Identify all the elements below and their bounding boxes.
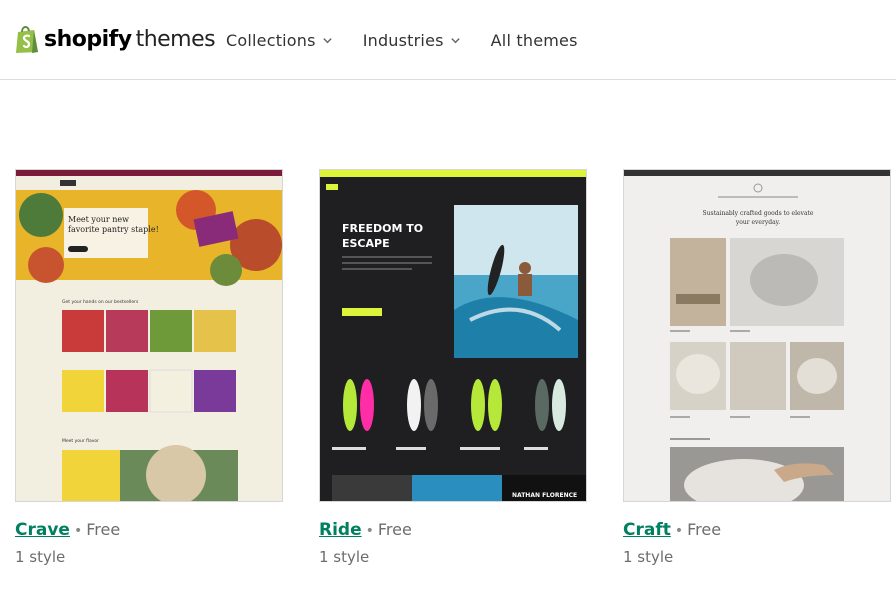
nav-industries[interactable]: Industries xyxy=(363,31,461,50)
theme-preview-crave[interactable]: Meet your new favorite pantry staple! Ge… xyxy=(15,169,283,502)
shopify-themes-logo[interactable]: shopify themes xyxy=(14,22,216,56)
nav-collections-label: Collections xyxy=(226,30,316,50)
ride-hero-heading-1: FREEDOM TO xyxy=(342,222,423,235)
theme-price: Free xyxy=(687,520,722,539)
theme-meta-ride: Ride • Free xyxy=(319,520,587,540)
crave-section-2: Meet your flavor xyxy=(62,438,99,444)
main-nav: Collections Industries All themes xyxy=(226,0,608,80)
nav-all-themes-label: All themes xyxy=(490,30,578,50)
craft-hero-heading-1: Sustainably crafted goods to elevate xyxy=(703,210,814,217)
chevron-down-icon xyxy=(323,37,332,43)
crave-hero-heading-2: favorite pantry staple! xyxy=(68,225,159,234)
ride-hero-heading-2: ESCAPE xyxy=(342,237,390,250)
craft-preview-image: Sustainably crafted goods to elevate you… xyxy=(624,170,890,501)
theme-preview-ride[interactable]: FREEDOM TO ESCAPE NATHAN FLORENCE xyxy=(319,169,587,502)
crave-hero-heading: Meet your new xyxy=(68,215,129,224)
theme-styles-count: 1 style xyxy=(15,548,66,566)
craft-hero-heading-2: your everyday. xyxy=(735,219,780,226)
nav-industries-label: Industries xyxy=(362,30,444,50)
site-header: shopify themes Collections Industries Al… xyxy=(0,0,896,80)
logo-subtitle: themes xyxy=(135,26,216,52)
theme-styles-count: 1 style xyxy=(319,548,370,566)
shopify-bag-icon xyxy=(16,26,38,53)
theme-name-link[interactable]: Craft xyxy=(623,520,671,540)
theme-meta-crave: Crave • Free xyxy=(15,520,283,540)
nav-all-themes[interactable]: All themes xyxy=(491,31,578,50)
theme-card-crave: Meet your new favorite pantry staple! Ge… xyxy=(15,169,283,566)
theme-card-craft: Sustainably crafted goods to elevate you… xyxy=(623,169,891,566)
theme-preview-craft[interactable]: Sustainably crafted goods to elevate you… xyxy=(623,169,891,502)
crave-section-1: Get your hands on our bestsellers xyxy=(62,299,139,305)
logo-wordmark: shopify xyxy=(44,26,132,52)
nav-collections[interactable]: Collections xyxy=(226,31,333,50)
theme-card-ride: FREEDOM TO ESCAPE NATHAN FLORENCE Ride •… xyxy=(319,169,587,566)
separator-dot: • xyxy=(365,523,374,539)
theme-styles-count: 1 style xyxy=(623,548,674,566)
theme-price: Free xyxy=(86,520,121,539)
theme-name-link[interactable]: Crave xyxy=(15,520,70,540)
separator-dot: • xyxy=(73,523,83,539)
ride-banner-text: NATHAN FLORENCE xyxy=(512,492,577,499)
theme-price: Free xyxy=(377,520,412,539)
ride-preview-image: FREEDOM TO ESCAPE NATHAN FLORENCE xyxy=(320,170,586,501)
theme-name-link[interactable]: Ride xyxy=(319,520,362,540)
separator-dot: • xyxy=(674,523,684,539)
crave-preview-image: Meet your new favorite pantry staple! Ge… xyxy=(16,170,282,501)
theme-meta-craft: Craft • Free xyxy=(623,520,891,540)
chevron-down-icon xyxy=(450,37,460,43)
